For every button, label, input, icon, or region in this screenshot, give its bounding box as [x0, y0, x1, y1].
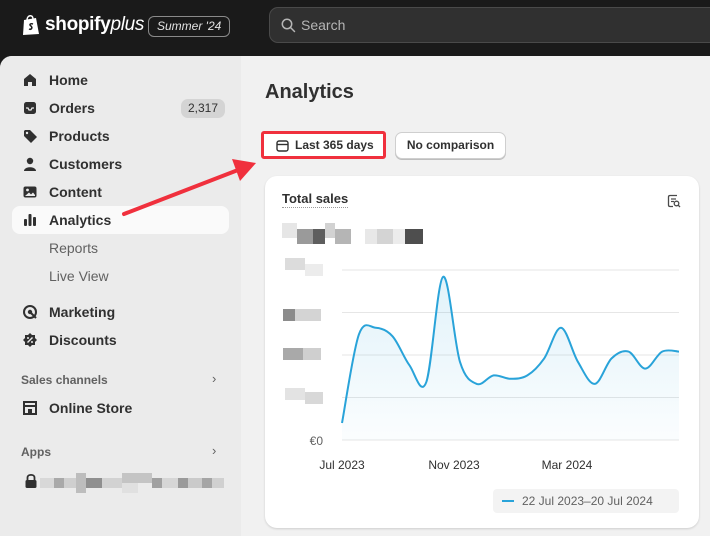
sales-area-fill	[342, 276, 679, 440]
apps-heading[interactable]: Apps	[21, 445, 51, 459]
edition-badge[interactable]: Summer '24	[148, 16, 231, 37]
discount-icon	[23, 333, 37, 347]
sidebar-item-analytics[interactable]: Analytics	[12, 206, 229, 234]
chevron-right-icon[interactable]: ›	[212, 443, 216, 458]
sales-channels-heading[interactable]: Sales channels	[21, 373, 108, 387]
image-icon	[23, 186, 37, 198]
x-tick-label: Jul 2023	[319, 458, 365, 472]
date-range-button[interactable]: Last 365 days	[261, 131, 386, 159]
bar-chart-icon	[24, 214, 36, 226]
sidebar-item-products[interactable]: Products	[12, 122, 229, 150]
brand-main-text: shopify	[45, 14, 111, 35]
brand-plus-text: plus	[110, 14, 145, 35]
sidebar-item-customers[interactable]: Customers	[12, 150, 229, 178]
tag-icon	[24, 130, 37, 143]
top-bar: shopify plus Summer '24	[0, 0, 710, 56]
search-bar[interactable]	[269, 7, 710, 43]
page-title: Analytics	[265, 81, 354, 103]
person-icon	[24, 157, 36, 171]
calendar-icon	[276, 139, 289, 152]
sidebar-item-label: Home	[49, 72, 88, 88]
sidebar: Home Orders 2,317 Products Customers Con…	[0, 56, 241, 536]
sidebar-item-content[interactable]: Content	[12, 178, 229, 206]
x-tick-label: Nov 2023	[428, 458, 480, 472]
sidebar-item-online-store[interactable]: Online Store	[12, 394, 229, 422]
lock-icon	[25, 473, 37, 488]
search-input[interactable]	[301, 15, 681, 35]
home-icon	[24, 74, 36, 86]
date-range-label: Last 365 days	[295, 138, 374, 152]
legend-swatch	[502, 500, 514, 502]
y-tick-label: €0	[310, 434, 324, 448]
app-item-redacted[interactable]	[24, 473, 224, 493]
total-sales-card: Total sales €0 Jul 2023 Nov 2023 Mar 202…	[265, 176, 699, 528]
chevron-right-icon[interactable]: ›	[212, 371, 216, 386]
sidebar-item-label: Discounts	[49, 332, 117, 348]
comparison-button[interactable]: No comparison	[395, 132, 506, 159]
sidebar-item-label: Marketing	[49, 304, 116, 320]
sidebar-item-discounts[interactable]: Discounts	[12, 326, 229, 354]
orders-count-badge: 2,317	[180, 99, 225, 118]
sidebar-item-label: Customers	[49, 156, 123, 172]
search-icon	[281, 18, 296, 33]
sidebar-item-home[interactable]: Home	[12, 66, 229, 94]
sidebar-item-label: Online Store	[49, 400, 133, 416]
chart-legend[interactable]: 22 Jul 2023–20 Jul 2024	[493, 489, 679, 513]
shopify-bag-icon	[23, 15, 39, 35]
sidebar-subitem-live-view[interactable]: Live View	[49, 268, 109, 284]
shopify-plus-logo[interactable]: shopify plus	[22, 14, 144, 36]
inbox-icon	[24, 102, 36, 114]
sidebar-item-orders[interactable]: Orders 2,317	[12, 94, 229, 122]
total-sales-line-chart: €0 Jul 2023 Nov 2023 Mar 2024	[310, 269, 680, 472]
main-panel: Home Orders 2,317 Products Customers Con…	[0, 56, 710, 536]
sidebar-item-label: Content	[49, 184, 102, 200]
sidebar-item-marketing[interactable]: Marketing	[12, 298, 229, 326]
sidebar-subitem-reports[interactable]: Reports	[49, 240, 98, 256]
storefront-icon	[23, 401, 37, 415]
legend-label: 22 Jul 2023–20 Jul 2024	[522, 494, 653, 508]
sidebar-item-label: Products	[49, 128, 110, 144]
sidebar-item-label: Orders	[49, 100, 95, 116]
sidebar-item-label: Analytics	[49, 212, 112, 228]
x-tick-label: Mar 2024	[542, 458, 593, 472]
target-icon	[23, 305, 37, 319]
